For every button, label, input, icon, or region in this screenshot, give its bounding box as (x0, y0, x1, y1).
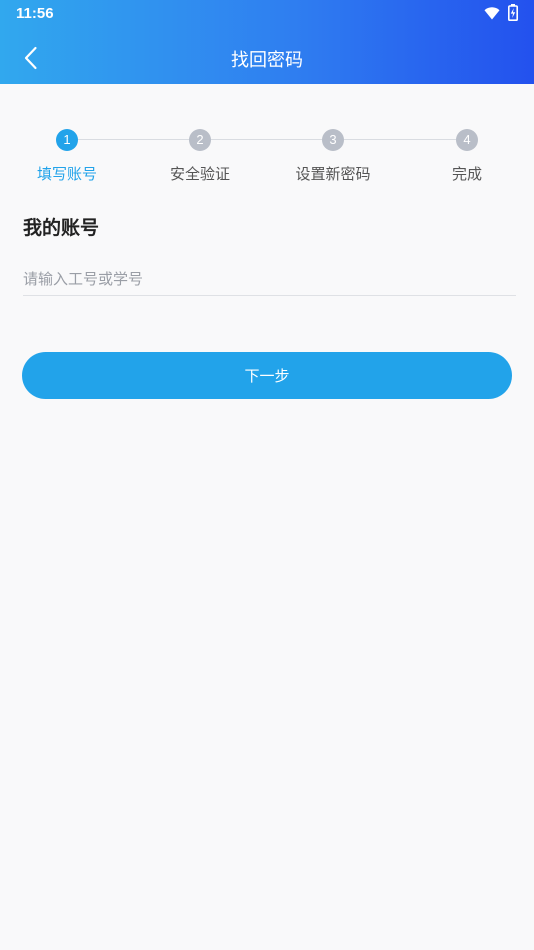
step-done: 4 完成 (407, 126, 527, 184)
section-title: 我的账号 (23, 217, 100, 239)
step-label: 安全验证 (169, 165, 230, 183)
step-number: 2 (189, 129, 211, 151)
nav-bar: 找回密码 (0, 34, 534, 82)
step-label: 填写账号 (36, 165, 97, 183)
step-new-password: 3 设置新密码 (273, 126, 393, 184)
step-number: 3 (322, 129, 344, 151)
battery-charging-icon (508, 4, 518, 21)
progress-stepper: 1 填写账号 2 安全验证 3 设置新密码 4 完成 (0, 126, 534, 190)
step-label: 完成 (451, 165, 482, 183)
status-bar: 11:56 (0, 0, 534, 28)
page-title: 找回密码 (231, 50, 303, 71)
next-step-button[interactable]: 下一步 (22, 352, 512, 399)
account-input[interactable] (23, 262, 516, 296)
wifi-icon (484, 7, 500, 20)
step-number: 1 (56, 129, 78, 151)
step-account: 1 填写账号 (7, 126, 127, 184)
status-time: 11:56 (16, 5, 54, 22)
step-label: 设置新密码 (295, 165, 371, 183)
app-header: 11:56 找回密码 (0, 0, 534, 84)
step-verify: 2 安全验证 (140, 126, 260, 184)
step-number: 4 (456, 129, 478, 151)
